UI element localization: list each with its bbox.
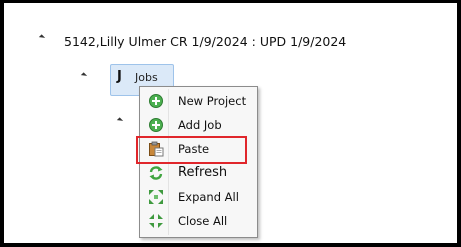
collapse-arrows-icon xyxy=(149,214,163,228)
menu-item-label: Add Job xyxy=(178,118,222,132)
green-plus-circle-icon xyxy=(149,94,163,108)
menu-item-add-job[interactable]: Add Job xyxy=(142,113,255,137)
menu-item-new-project[interactable]: New Project xyxy=(142,89,255,113)
tree-node-jobs-label: Jobs xyxy=(135,71,158,84)
job-icon: J xyxy=(117,69,122,84)
tree-root-node[interactable]: 5142,Lilly Ulmer CR 1/9/2024 : UPD 1/9/2… xyxy=(64,34,346,49)
menu-item-label: New Project xyxy=(178,94,247,108)
menu-item-label: Expand All xyxy=(178,190,239,204)
menu-item-close-all[interactable]: Close All xyxy=(142,209,255,233)
paste-highlight-box xyxy=(136,136,247,164)
green-refresh-icon xyxy=(149,166,163,180)
expand-arrows-icon xyxy=(149,190,163,204)
green-plus-circle-icon xyxy=(149,118,163,132)
menu-item-refresh[interactable]: Refresh xyxy=(142,161,255,185)
menu-item-label: Close All xyxy=(178,214,228,228)
menu-item-expand-all[interactable]: Expand All xyxy=(142,185,255,209)
menu-item-label: Refresh xyxy=(178,165,228,180)
